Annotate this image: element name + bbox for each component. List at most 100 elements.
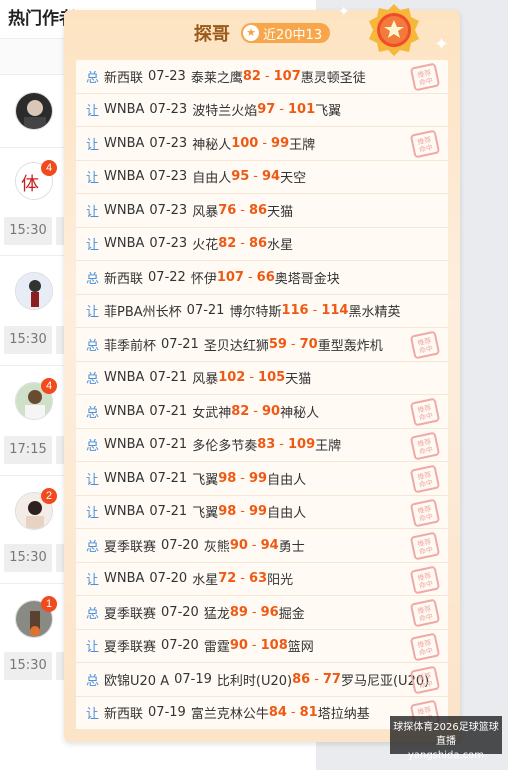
pick-row[interactable]: 总 WNBA 07-21 女武神 82-90 神秘人 推荐 命中 xyxy=(76,395,448,429)
home-team: 风暴 xyxy=(192,372,219,388)
home-score: 82 xyxy=(218,236,237,252)
time-chip: 15:30 xyxy=(4,326,52,354)
star-icon: ★ xyxy=(243,25,259,41)
score-separator: - xyxy=(251,604,257,620)
pick-type: 让 xyxy=(86,104,100,120)
hit-stamp-icon: 推荐命中 xyxy=(410,465,440,493)
pick-row[interactable]: 让 WNBA 07-23 风暴 76-86 天猫 xyxy=(76,194,448,228)
score-separator: - xyxy=(279,437,284,453)
pick-league: 夏季联赛 xyxy=(104,539,157,555)
popup-header: 探哥 ★ 近20中13 xyxy=(64,20,460,48)
pick-row[interactable]: 让 WNBA 07-23 神秘人 100-99 王牌 推荐 命中 xyxy=(76,127,448,161)
pick-league: WNBA xyxy=(104,135,145,151)
away-team: 重型轰炸机 xyxy=(317,338,383,354)
pick-type: 总 xyxy=(86,673,100,689)
watermark-line1: 球探体育2026足球篮球直播 xyxy=(393,722,499,747)
score-separator: - xyxy=(240,202,245,218)
pick-type: 总 xyxy=(86,405,100,421)
home-team: 水星 xyxy=(192,573,219,589)
pick-league: WNBA xyxy=(104,102,145,118)
pick-row[interactable]: 让 WNBA 07-23 火花 82-86 水星 xyxy=(76,228,448,261)
score-separator: - xyxy=(314,671,319,687)
pick-row[interactable]: 让 WNBA 07-23 波特兰火焰 97-101 飞翼 xyxy=(76,94,448,127)
pick-league: 夏季联赛 xyxy=(104,606,157,622)
home-score: 72 xyxy=(218,571,237,587)
home-score: 59 xyxy=(268,336,287,352)
pick-date: 07-23 xyxy=(149,202,188,218)
pick-row[interactable]: 总欧锦U20 A 07-19 比利时(U20) 86-77 罗马尼亚(U20) 推荐 命中 xyxy=(76,663,448,697)
pick-date: 07-23 xyxy=(149,236,188,252)
home-score: 76 xyxy=(218,202,237,218)
pick-row[interactable]: 让 WNBA 07-21 飞翼 98-99 自由人 推荐 命中 xyxy=(76,462,448,496)
away-score: 81 xyxy=(299,705,318,721)
pick-type: 总 xyxy=(86,439,100,455)
score-separator: - xyxy=(312,303,318,319)
time-chip: 15:30 xyxy=(4,544,52,572)
avatar[interactable] xyxy=(15,272,53,310)
home-team: 飞翼 xyxy=(192,472,219,488)
score-separator: - xyxy=(240,504,245,520)
score-separator: - xyxy=(264,68,270,84)
pick-row[interactable]: 总 WNBA 07-21 多伦多节奏 83-109 王牌 推荐 命中 xyxy=(76,429,448,462)
hit-stamp-icon: 推荐命中 xyxy=(410,565,440,594)
pick-row[interactable]: 让夏季联赛 07-20 雷霆 90-108 篮网 推荐 命中 xyxy=(76,630,448,663)
away-score: 94 xyxy=(262,169,281,185)
away-team: 天猫 xyxy=(267,204,294,220)
time-chip: 15:30 xyxy=(4,217,52,245)
pick-league: WNBA xyxy=(104,470,145,486)
pick-row[interactable]: 总 WNBA 07-21 风暴 102-105 天猫 xyxy=(76,362,448,395)
home-team: 自由人 xyxy=(192,171,232,187)
home-score: 82 xyxy=(242,68,261,84)
score-separator: - xyxy=(240,236,245,252)
pick-date: 07-21 xyxy=(149,437,188,453)
pick-league: WNBA xyxy=(104,236,145,252)
pick-type: 让 xyxy=(86,238,100,254)
pick-date: 07-19 xyxy=(148,705,186,721)
pick-type: 让 xyxy=(86,640,100,656)
home-score: 97 xyxy=(257,102,276,118)
home-team: 比利时(U20) xyxy=(216,673,293,689)
away-score: 114 xyxy=(321,303,349,319)
pick-row[interactable]: 总夏季联赛 07-20 灰熊 90-94 勇士 推荐 命中 xyxy=(76,529,448,563)
hit-stamp-icon: 推荐命中 xyxy=(410,632,440,661)
pick-row[interactable]: 总新西联 07-22 怀伊 107-66 奥塔哥金块 xyxy=(76,261,448,295)
home-team: 博尔特斯 xyxy=(229,305,282,321)
pick-type: 总 xyxy=(86,372,100,388)
pick-row[interactable]: 让 WNBA 07-21 飞翼 98-99 自由人 推荐 命中 xyxy=(76,496,448,529)
record-badge: ★ 近20中13 xyxy=(241,23,331,43)
away-team: 飞翼 xyxy=(315,104,342,120)
pick-league: 菲季前杯 xyxy=(104,338,157,354)
record-label: 近20中13 xyxy=(263,27,323,43)
pick-row[interactable]: 让 WNBA 07-23 自由人 95-94 天空 xyxy=(76,161,448,194)
pick-type: 让 xyxy=(86,506,100,522)
pick-row[interactable]: 总夏季联赛 07-20 猛龙 89-96 掘金 推荐 命中 xyxy=(76,596,448,630)
away-score: 96 xyxy=(260,604,279,620)
pick-type: 让 xyxy=(86,305,100,321)
unread-badge: 4 xyxy=(41,378,57,394)
pick-type: 让 xyxy=(86,204,100,220)
home-score: 102 xyxy=(218,370,246,386)
score-separator: - xyxy=(249,370,255,386)
author-name[interactable]: 探哥 xyxy=(194,20,230,46)
pick-date: 07-21 xyxy=(149,470,188,486)
pick-date: 07-23 xyxy=(149,169,188,185)
score-separator: - xyxy=(251,537,257,553)
pick-date: 07-22 xyxy=(148,269,186,285)
hit-stamp-icon: 推荐命中 xyxy=(410,666,440,694)
author-picks-popup: ✦ ✦ 探哥 ★ 近20中13 总新西联 07-23 泰莱之鹰 82-107 惠灵顿圣徒… xyxy=(64,4,460,742)
pick-row[interactable]: 让 WNBA 07-20 水星 72-63 阳光 推荐 命中 xyxy=(76,563,448,596)
home-team: 圣贝达红狮 xyxy=(203,338,269,354)
pick-row[interactable]: 总新西联 07-23 泰莱之鹰 82-107 惠灵顿圣徒 推荐 命中 xyxy=(76,60,448,94)
home-score: 98 xyxy=(218,504,237,520)
home-team: 雷霆 xyxy=(203,640,230,656)
score-separator: - xyxy=(262,135,268,151)
pick-row[interactable]: 总菲季前杯 07-21 圣贝达红狮 59-70 重型轰炸机 推荐 命中 xyxy=(76,328,448,362)
pick-row[interactable]: 让菲PBA州长杯 07-21 博尔特斯 116-114 黑水精英 xyxy=(76,295,448,328)
away-score: 107 xyxy=(273,68,301,84)
avatar[interactable] xyxy=(15,92,53,130)
away-score: 70 xyxy=(299,336,318,352)
pick-league: WNBA xyxy=(104,504,145,520)
away-team: 王牌 xyxy=(289,137,316,153)
away-team: 掘金 xyxy=(278,606,305,622)
home-team: 神秘人 xyxy=(192,137,232,153)
